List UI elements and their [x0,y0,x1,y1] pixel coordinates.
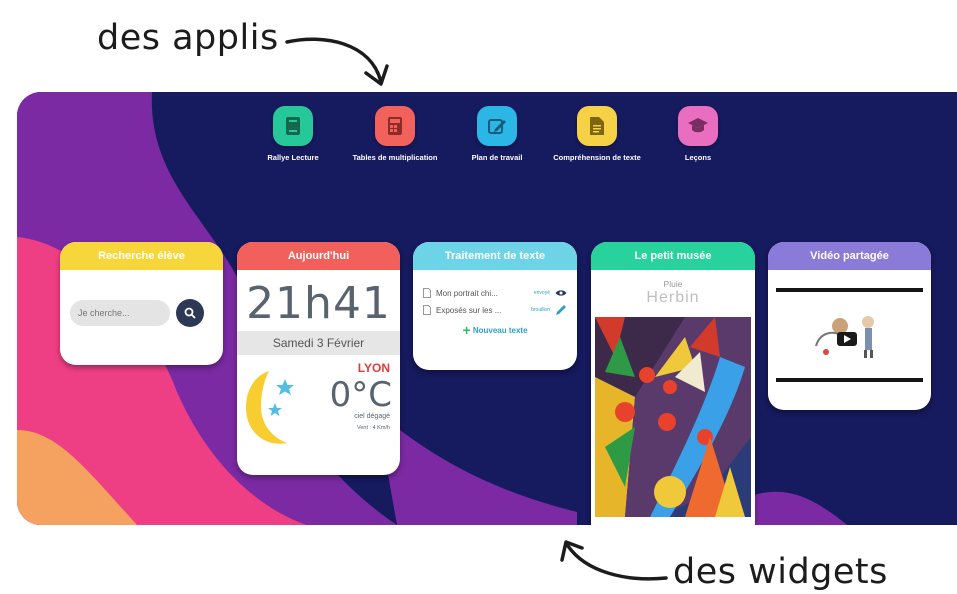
search-icon[interactable] [176,299,204,327]
book-icon[interactable] [273,106,313,146]
widget-video-partagee: Vidéo partagée [768,242,931,410]
stage: des applis Rallye Lecture Tables de mult… [0,0,957,594]
weather: LYON 0°C ciel dégagé Vent : 4 Km/h [237,355,400,465]
new-text-button[interactable]: + Nouveau texte [413,322,577,338]
widget-title: Aujourd'hui [237,242,400,270]
edit-icon[interactable] [477,106,517,146]
document-status: envoyé [533,290,550,296]
arrow-up-icon [560,540,668,581]
app-lecons[interactable]: Leçons [653,106,743,162]
app-rallye-lecture[interactable]: Rallye Lecture [248,106,338,162]
app-plan-travail[interactable]: Plan de travail [452,106,542,162]
artwork-painting [595,317,751,517]
app-comprehension-texte[interactable]: Compréhension de texte [552,106,642,162]
student-search-input[interactable] [70,300,170,326]
weather-sky: ciel dégagé [354,413,390,420]
app-label: Compréhension de texte [553,153,641,162]
video-player[interactable] [776,288,923,382]
app-label: Rallye Lecture [267,153,319,162]
artwork-title: Pluie [663,279,683,289]
app-label: Plan de travail [471,153,523,162]
document-title: Mon portrait chi... [436,288,498,298]
app-tables-multiplication[interactable]: Tables de multiplication [350,106,440,162]
document-title: Exposés sur les ... [436,305,502,315]
current-date: Samedi 3 Février [237,331,400,355]
clock-time: 21h41 [246,278,391,329]
widget-petit-musee: Le petit musée Pluie Herbin [591,242,755,525]
moon-stars-icon [245,371,294,444]
weather-city: LYON [357,361,390,375]
document-status: brouillon [531,307,550,313]
video-thumbnail [815,316,874,358]
widget-aujourdhui: Aujourd'hui 21h41 Samedi 3 Février LYON … [237,242,400,475]
app-label: Tables de multiplication [352,153,438,162]
new-text-label: Nouveau texte [472,326,528,335]
widget-traitement-texte: Traitement de texte Mon portrait chi... … [413,242,577,370]
document-row[interactable]: Exposés sur les ... brouillon [423,304,567,316]
annotation-widgets: des widgets [673,552,888,592]
widget-title: Traitement de texte [413,242,577,270]
document-row[interactable]: Mon portrait chi... envoyé [423,288,567,298]
widget-recherche-eleve: Recherche élève [60,242,223,365]
plus-icon: + [462,322,471,338]
calculator-icon[interactable] [375,106,415,146]
widget-title: Vidéo partagée [768,242,931,270]
pencil-icon[interactable] [555,304,567,316]
graduation-cap-icon[interactable] [678,106,718,146]
artwork-artist: Herbin [646,289,700,306]
weather-wind: Vent : 4 Km/h [356,425,390,431]
widget-title: Recherche élève [60,242,223,270]
weather-temperature: 0°C [329,375,392,415]
document-icon[interactable] [577,106,617,146]
annotation-apps: des applis [97,18,279,58]
file-icon [423,288,431,298]
widget-title: Le petit musée [591,242,755,270]
eye-icon[interactable] [555,289,567,297]
arrow-down-icon [285,37,389,86]
file-icon [423,305,431,315]
app-label: Leçons [684,153,712,162]
dashboard: Rallye Lecture Tables de multiplication … [17,92,957,525]
